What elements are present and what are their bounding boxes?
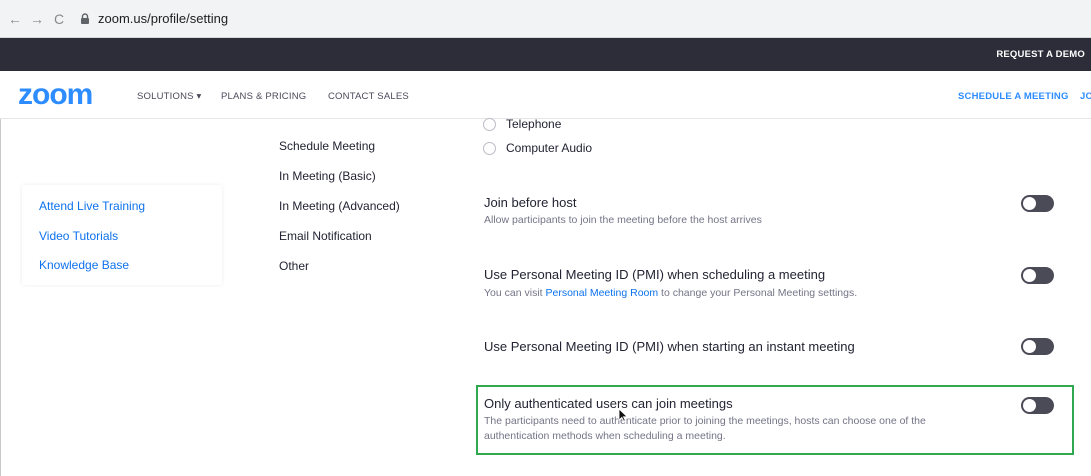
support-link-video-tutorials[interactable]: Video Tutorials xyxy=(39,229,118,243)
desc-text: to change your Personal Meeting settings… xyxy=(658,287,858,299)
desc-text: You can visit xyxy=(484,287,546,299)
personal-meeting-room-link[interactable]: Personal Meeting Room xyxy=(545,287,658,299)
mouse-cursor-icon xyxy=(618,408,628,422)
nav-join[interactable]: JO xyxy=(1080,91,1091,102)
radio-button[interactable] xyxy=(483,117,496,131)
toggle-pmi-instant[interactable] xyxy=(1021,338,1054,355)
setting-desc-join-before-host: Allow participants to join the meeting b… xyxy=(484,214,762,226)
request-demo-link[interactable]: REQUEST A DEMO xyxy=(996,49,1085,60)
reload-icon[interactable]: C xyxy=(50,11,68,27)
desc-line: The participants need to authenticate pr… xyxy=(484,415,926,427)
toggle-knob xyxy=(1023,340,1036,353)
window-edge xyxy=(0,119,1,476)
toggle-knob xyxy=(1023,269,1036,282)
setting-title-pmi-scheduling: Use Personal Meeting ID (PMI) when sched… xyxy=(484,267,826,282)
toggle-authenticated-users[interactable] xyxy=(1021,397,1054,414)
menu-email-notification[interactable]: Email Notification xyxy=(279,229,372,243)
support-links-panel: Attend Live Training Video Tutorials Kno… xyxy=(22,185,222,285)
menu-in-meeting-advanced[interactable]: In Meeting (Advanced) xyxy=(279,199,400,213)
radio-label: Telephone xyxy=(506,117,562,131)
radio-telephone[interactable]: Telephone xyxy=(483,117,561,131)
setting-desc-authenticated-users: The participants need to authenticate pr… xyxy=(484,414,926,444)
setting-title-pmi-instant: Use Personal Meeting ID (PMI) when start… xyxy=(484,339,855,354)
forward-arrow-icon[interactable]: → xyxy=(28,11,46,27)
nav-plans-pricing[interactable]: PLANS & PRICING xyxy=(221,91,306,102)
setting-desc-pmi-scheduling: You can visit Personal Meeting Room to c… xyxy=(484,286,857,301)
nav-contact-sales[interactable]: CONTACT SALES xyxy=(328,91,409,102)
menu-schedule-meeting[interactable]: Schedule Meeting xyxy=(279,139,375,153)
top-banner: REQUEST A DEMO xyxy=(0,38,1091,71)
toggle-knob xyxy=(1023,197,1036,210)
lock-icon xyxy=(81,12,89,24)
radio-button[interactable] xyxy=(483,141,496,155)
address-bar[interactable]: zoom.us/profile/setting xyxy=(78,11,228,26)
toggle-join-before-host[interactable] xyxy=(1021,195,1054,212)
support-link-knowledge-base[interactable]: Knowledge Base xyxy=(39,258,129,272)
main-navigation: zoom SOLUTIONS ▾ PLANS & PRICING CONTACT… xyxy=(0,71,1091,119)
toggle-knob xyxy=(1023,399,1036,412)
setting-title-authenticated-users: Only authenticated users can join meetin… xyxy=(484,396,733,411)
setting-title-join-before-host: Join before host xyxy=(484,195,577,210)
menu-in-meeting-basic[interactable]: In Meeting (Basic) xyxy=(279,169,376,183)
browser-toolbar: ← → C zoom.us/profile/setting xyxy=(0,0,1091,38)
url-text: zoom.us/profile/setting xyxy=(98,11,229,26)
back-arrow-icon[interactable]: ← xyxy=(6,11,24,27)
desc-line: authentication methods when scheduling a… xyxy=(484,430,726,442)
radio-label: Computer Audio xyxy=(506,141,593,155)
radio-computer-audio[interactable]: Computer Audio xyxy=(483,141,592,155)
nav-solutions[interactable]: SOLUTIONS ▾ xyxy=(137,91,202,102)
zoom-logo[interactable]: zoom xyxy=(18,80,93,110)
support-link-live-training[interactable]: Attend Live Training xyxy=(39,199,145,213)
toggle-pmi-scheduling[interactable] xyxy=(1021,267,1054,284)
menu-other[interactable]: Other xyxy=(279,259,309,273)
nav-schedule-meeting[interactable]: SCHEDULE A MEETING xyxy=(958,91,1069,102)
